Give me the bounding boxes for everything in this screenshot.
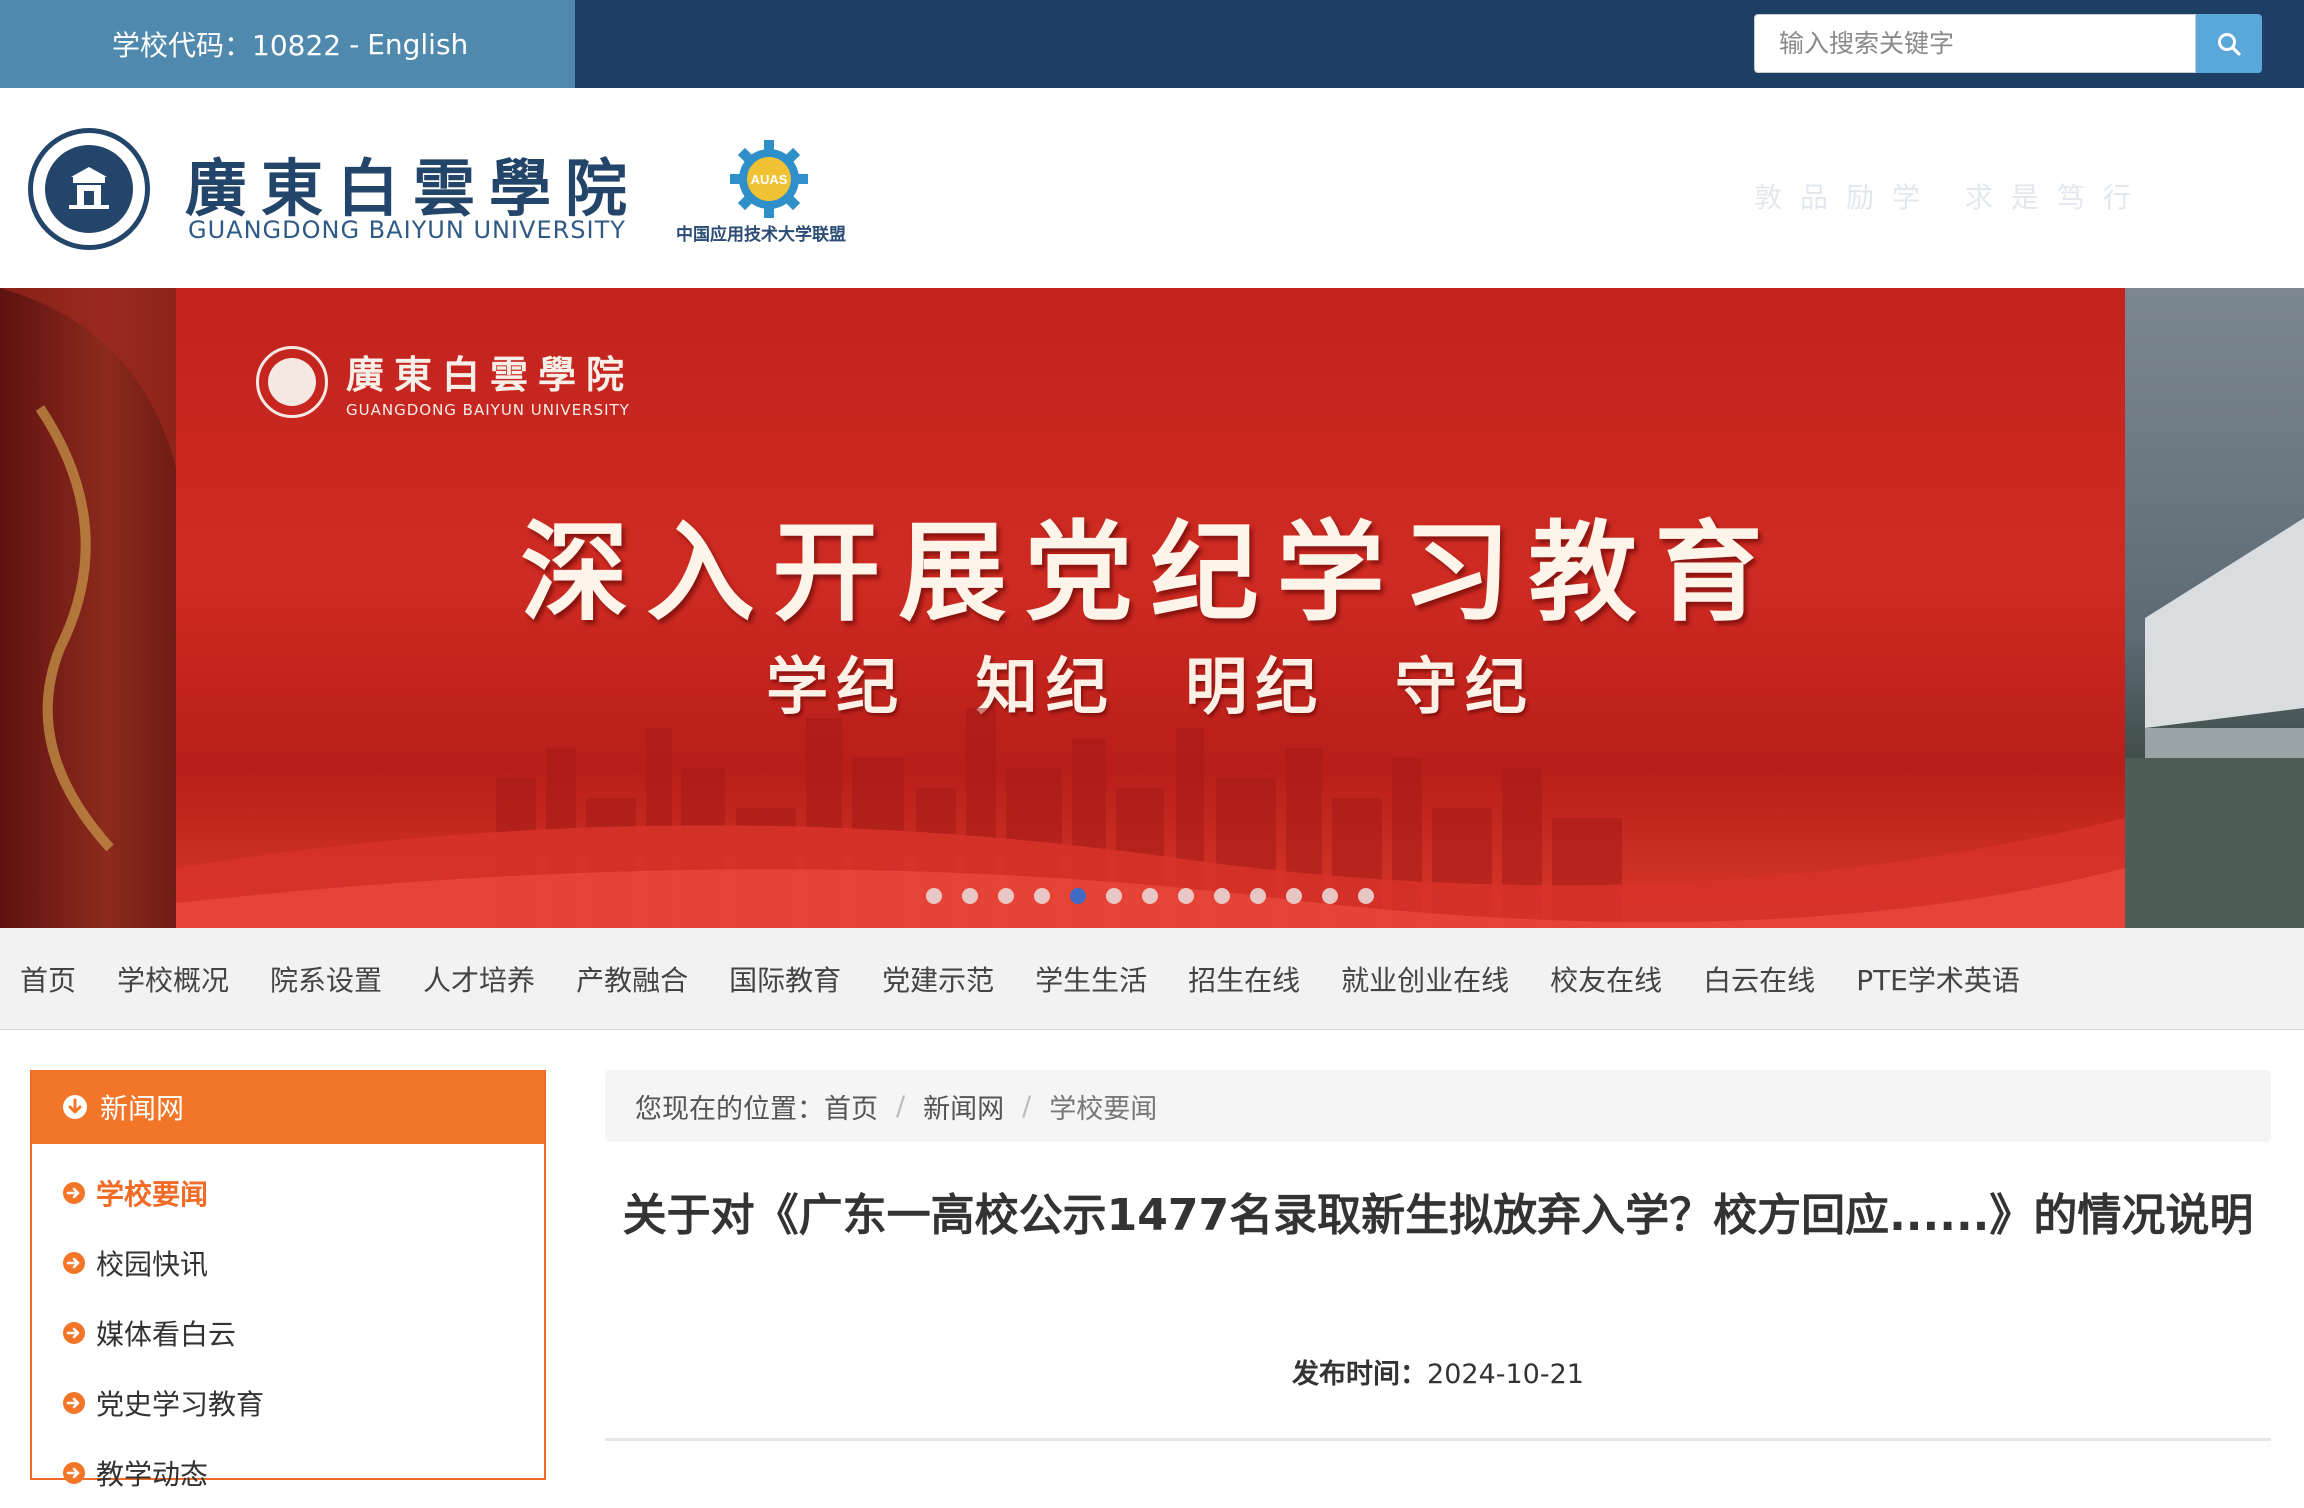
carousel-dot[interactable] — [1178, 888, 1194, 904]
carousel-dot[interactable] — [1142, 888, 1158, 904]
banner-logo-en: GUANGDONG BAIYUN UNIVERSITY — [346, 401, 630, 419]
sidebar-item-label: 党史学习教育 — [96, 1388, 265, 1421]
hero-carousel[interactable]: 廣東白雲學院 GUANGDONG BAIYUN UNIVERSITY 深入开展党… — [0, 288, 2304, 928]
nav-item[interactable]: 就业创业在线 — [1341, 959, 1509, 999]
english-link[interactable]: English — [367, 28, 468, 61]
sidebar-header: 新闻网 — [32, 1070, 544, 1144]
sidebar: 新闻网 学校要闻校园快讯媒体看白云党史学习教育 教学动态 — [30, 1070, 546, 1491]
nav-item[interactable]: 人才培养 — [423, 959, 535, 999]
breadcrumb-separator: / — [896, 1090, 906, 1122]
school-code: 学校代码：10822 — [112, 29, 342, 62]
carousel-prev-slide-preview — [0, 288, 176, 928]
carousel-dot[interactable] — [1034, 888, 1050, 904]
nav-item[interactable]: 白云在线 — [1703, 959, 1815, 999]
auas-gear-icon: AUAS — [730, 140, 808, 218]
carousel-dot[interactable] — [1322, 888, 1338, 904]
search-field[interactable] — [1754, 14, 2196, 73]
arrow-right-circle-icon — [63, 1252, 85, 1274]
main-navigation: 首页 学校概况 院系设置 人才培养 产教融合 国际教育 党建示范 学生生活 招生在线 就业创业在线… — [0, 928, 2304, 1030]
sidebar-item[interactable]: 校园快讯 — [32, 1228, 544, 1298]
carousel-dot[interactable] — [962, 888, 978, 904]
carousel-active-slide[interactable]: 廣東白雲學院 GUANGDONG BAIYUN UNIVERSITY 深入开展党… — [176, 288, 2125, 928]
search-button[interactable] — [2196, 14, 2262, 73]
article-title: 关于对《广东一高校公示1477名录取新生拟放弃入学？校方回应......》的情况… — [622, 1190, 2254, 1241]
top-bar-info: 学校代码：10822 - English — [0, 0, 575, 88]
breadcrumb-prefix: 您现在的位置： — [635, 1093, 824, 1125]
nav-item[interactable]: PTE学术英语 — [1856, 959, 2020, 999]
auas-label: 中国应用技术大学联盟 — [676, 225, 846, 245]
breadcrumb-item-current: 学校要闻 — [1049, 1093, 1158, 1125]
carousel-dot[interactable] — [1214, 888, 1230, 904]
nav-item[interactable]: 招生在线 — [1188, 959, 1300, 999]
banner-seal-icon — [256, 345, 328, 418]
university-seal-logo[interactable] — [28, 128, 150, 250]
publish-date: 2024-10-21 — [1427, 1359, 1584, 1390]
university-name-cn: 廣東白雲學院 — [185, 152, 642, 225]
sidebar-title: 新闻网 — [100, 1092, 185, 1125]
divider — [605, 1438, 2271, 1441]
carousel-dot[interactable] — [1070, 888, 1086, 904]
sidebar-list: 学校要闻校园快讯媒体看白云党史学习教育 教学动态 — [32, 1144, 544, 1508]
breadcrumb-item-home[interactable]: 首页 — [824, 1087, 878, 1126]
school-motto: 敦品励学 求是笃行 — [1754, 181, 2149, 214]
building-emblem-icon — [69, 167, 109, 209]
university-name-en: GUANGDONG BAIYUN UNIVERSITY — [188, 216, 626, 244]
nav-item[interactable]: 学校概况 — [117, 959, 229, 999]
nav-item[interactable]: 校友在线 — [1550, 959, 1662, 999]
sidebar-item[interactable]: 媒体看白云 — [32, 1298, 544, 1368]
publish-label: 发布时间： — [1292, 1359, 1428, 1390]
top-bar: 学校代码：10822 - English — [0, 0, 2304, 88]
banner-logo-cn: 廣東白雲學院 — [346, 352, 635, 397]
top-bar-separator: - — [349, 27, 360, 61]
carousel-dot[interactable] — [1358, 888, 1374, 904]
breadcrumb-item-news[interactable]: 新闻网 — [923, 1087, 1004, 1126]
nav-item[interactable]: 国际教育 — [729, 959, 841, 999]
sidebar-item[interactable]: 党史学习教育 — [32, 1368, 544, 1438]
nav-item[interactable]: 院系设置 — [270, 959, 382, 999]
publish-info: 发布时间：2024-10-21 — [605, 1352, 2271, 1391]
sidebar-item-label: 媒体看白云 — [96, 1318, 237, 1351]
arrow-right-circle-icon — [63, 1462, 85, 1484]
breadcrumb-separator: / — [1022, 1090, 1032, 1122]
arrow-right-circle-icon — [63, 1322, 85, 1344]
arrow-right-circle-icon — [63, 1182, 85, 1204]
search-input[interactable] — [1777, 28, 2173, 59]
auas-badge-text: AUAS — [751, 172, 788, 187]
carousel-next-slide-preview — [2125, 288, 2304, 928]
nav-item[interactable]: 首页 — [20, 959, 76, 999]
sidebar-item-label: 教学动态 — [96, 1458, 209, 1491]
sidebar-item-label: 校园快讯 — [96, 1248, 209, 1281]
sidebar-item[interactable]: 教学动态 — [32, 1438, 544, 1508]
site-header: 廣東白雲學院 GUANGDONG BAIYUN UNIVERSITY AUAS … — [0, 88, 2304, 288]
sidebar-item-label: 学校要闻 — [96, 1178, 209, 1211]
search-icon — [2218, 32, 2241, 56]
banner-title: 深入开展党纪学习教育 — [520, 510, 1781, 636]
breadcrumb: 您现在的位置： 首页 / 新闻网 / 学校要闻 — [605, 1070, 2271, 1142]
carousel-dot[interactable] — [1250, 888, 1266, 904]
carousel-dot[interactable] — [998, 888, 1014, 904]
nav-item[interactable]: 党建示范 — [882, 959, 994, 999]
nav-item[interactable]: 产教融合 — [576, 959, 688, 999]
carousel-dot[interactable] — [1106, 888, 1122, 904]
download-circle-icon — [63, 1095, 87, 1119]
sidebar-item[interactable]: 学校要闻 — [32, 1158, 544, 1228]
nav-item[interactable]: 学生生活 — [1035, 959, 1147, 999]
carousel-indicators — [926, 888, 1394, 904]
banner-logo: 廣東白雲學院 GUANGDONG BAIYUN UNIVERSITY — [256, 344, 634, 419]
carousel-dot[interactable] — [1286, 888, 1302, 904]
arrow-right-circle-icon — [63, 1392, 85, 1414]
carousel-dot[interactable] — [926, 888, 942, 904]
